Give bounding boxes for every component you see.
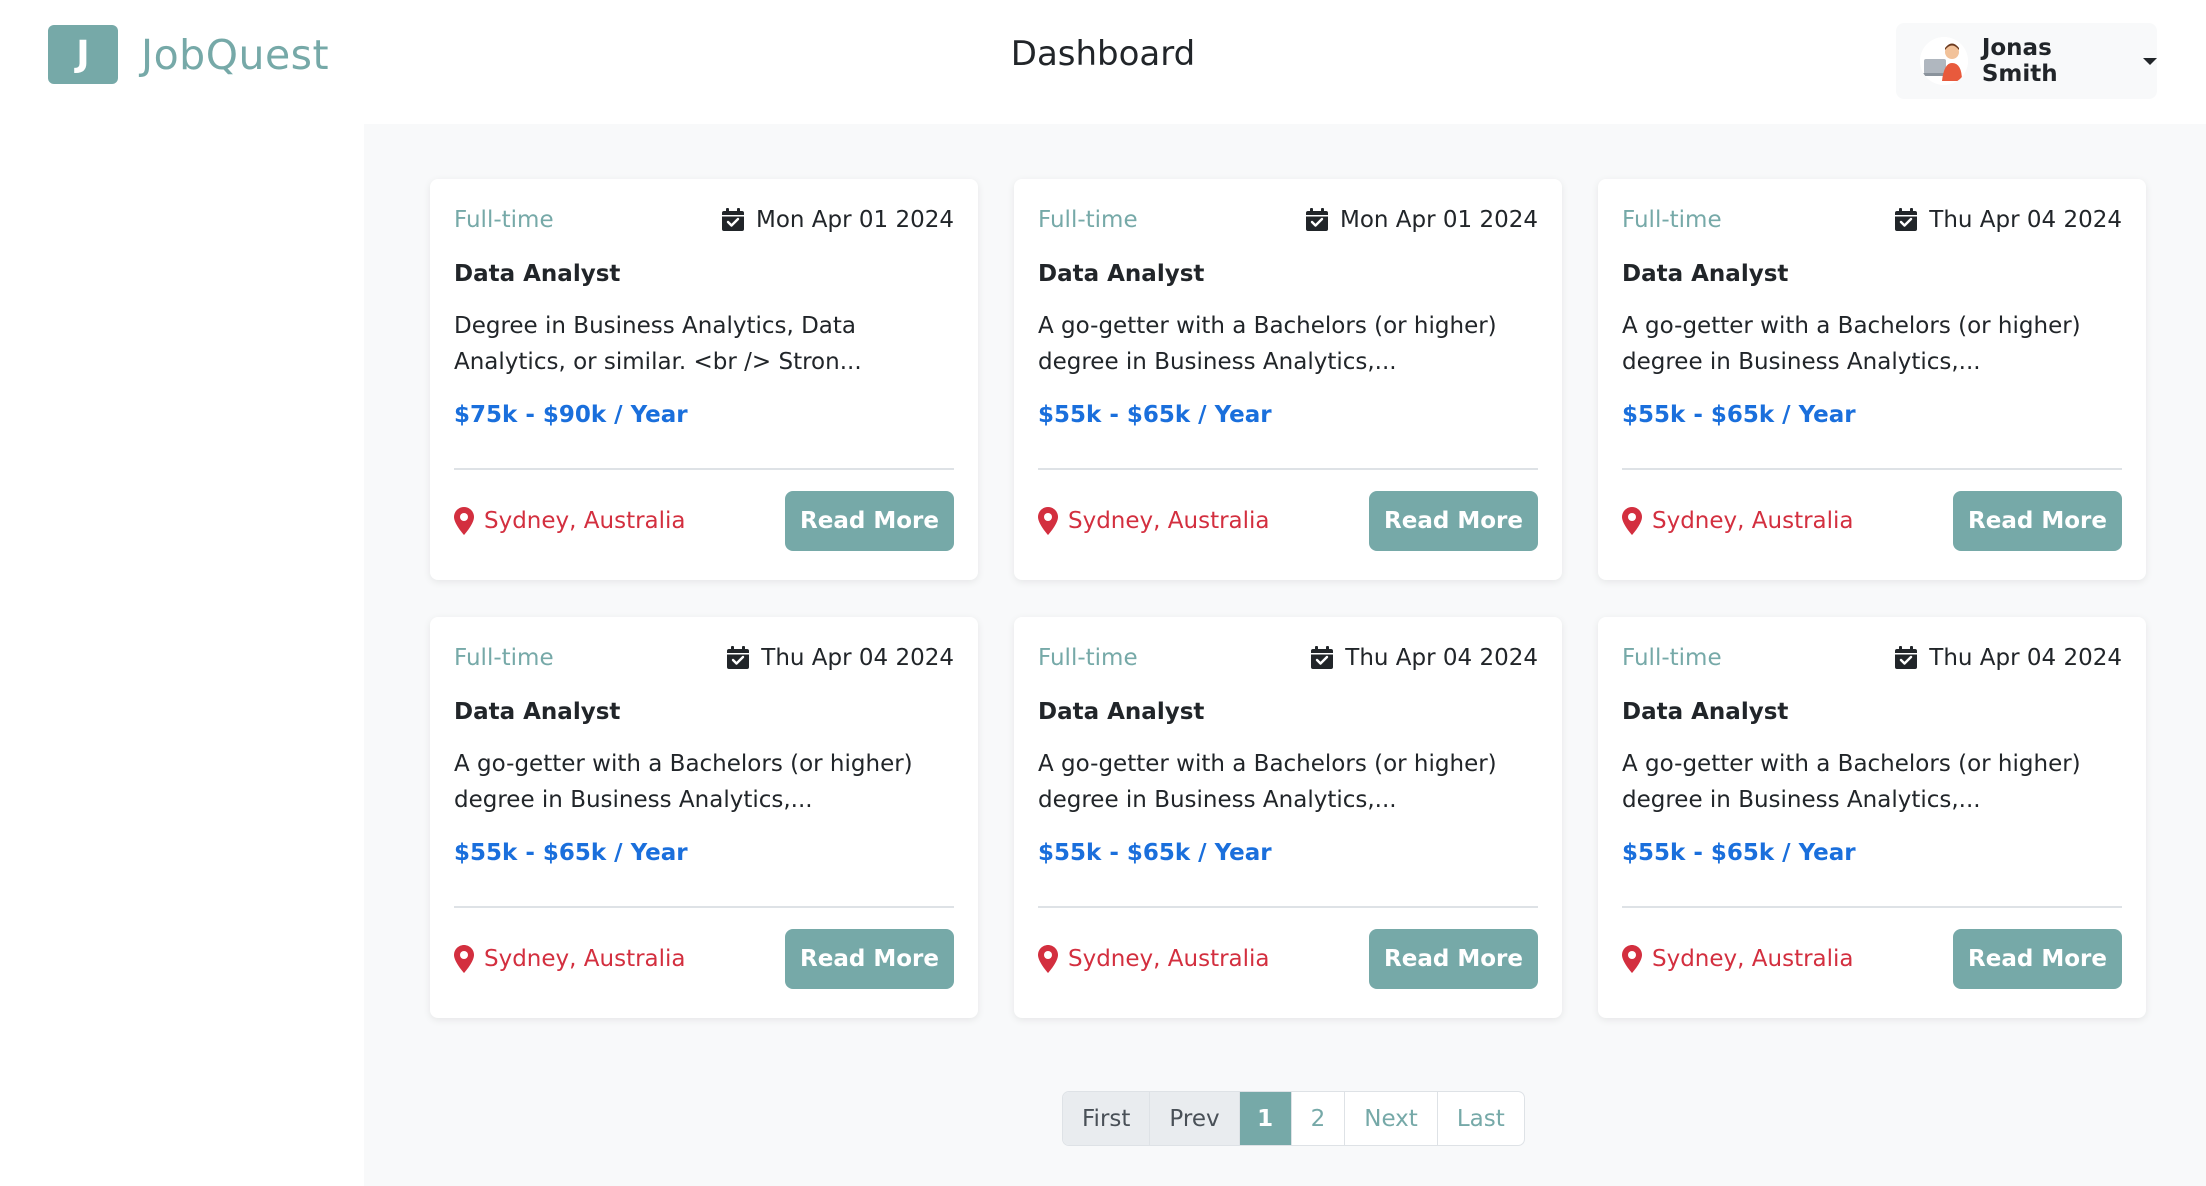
map-pin-icon	[454, 507, 474, 535]
job-type: Full-time	[454, 645, 554, 671]
read-more-button[interactable]: Read More	[1953, 491, 2122, 551]
job-title: Data Analyst	[454, 699, 621, 725]
job-location: Sydney, Australia	[484, 946, 686, 972]
job-description: A go-getter with a Bachelors (or higher)…	[1622, 751, 2081, 813]
card-divider	[1038, 468, 1538, 470]
pagination-page-2[interactable]: 2	[1292, 1092, 1346, 1145]
map-pin-icon	[1622, 945, 1642, 973]
job-card: Full-time Thu Apr 04 2024 Data Analyst A…	[430, 617, 978, 1018]
job-card: Full-time Thu Apr 04 2024 Data Analyst A…	[1598, 617, 2146, 1018]
read-more-button[interactable]: Read More	[785, 929, 954, 989]
job-location: Sydney, Australia	[1068, 946, 1270, 972]
pagination-prev[interactable]: Prev	[1150, 1092, 1240, 1145]
job-location: Sydney, Australia	[1068, 508, 1270, 534]
read-more-button[interactable]: Read More	[1369, 929, 1538, 989]
job-salary: $55k - $65k / Year	[1038, 402, 1272, 428]
job-card: Full-time Thu Apr 04 2024 Data Analyst A…	[1014, 617, 1562, 1018]
job-location: Sydney, Australia	[484, 508, 686, 534]
card-divider	[1622, 468, 2122, 470]
job-date: Thu Apr 04 2024	[761, 645, 954, 671]
map-pin-icon	[454, 945, 474, 973]
map-pin-icon	[1622, 507, 1642, 535]
job-type: Full-time	[1622, 645, 1722, 671]
chevron-down-icon	[2143, 57, 2157, 65]
user-name: Jonas Smith	[1981, 35, 2058, 87]
calendar-check-icon	[1305, 208, 1328, 231]
job-description: A go-getter with a Bachelors (or higher)…	[1622, 313, 2081, 375]
page-title: Dashboard	[1010, 34, 1196, 74]
job-title: Data Analyst	[454, 261, 621, 287]
job-type: Full-time	[1038, 645, 1138, 671]
job-location: Sydney, Australia	[1652, 946, 1854, 972]
job-card: Full-time Mon Apr 01 2024 Data Analyst D…	[430, 179, 978, 580]
pagination-next[interactable]: Next	[1345, 1092, 1438, 1145]
pagination-first[interactable]: First	[1063, 1092, 1151, 1145]
job-title: Data Analyst	[1038, 261, 1205, 287]
top-navbar: J JobQuest Dashboard Jonas Smith	[0, 0, 2206, 124]
pagination-last[interactable]: Last	[1438, 1092, 1524, 1145]
job-description: A go-getter with a Bachelors (or higher)…	[454, 751, 913, 813]
job-salary: $55k - $65k / Year	[1622, 402, 1856, 428]
user-menu-dropdown[interactable]: Jonas Smith	[1896, 23, 2157, 99]
card-divider	[454, 906, 954, 908]
map-pin-icon	[1038, 945, 1058, 973]
job-title: Data Analyst	[1622, 699, 1789, 725]
job-title: Data Analyst	[1622, 261, 1789, 287]
calendar-check-icon	[1895, 646, 1918, 669]
job-salary: $55k - $65k / Year	[1622, 840, 1856, 866]
job-salary: $75k - $90k / Year	[454, 402, 688, 428]
job-salary: $55k - $65k / Year	[1038, 840, 1272, 866]
read-more-button[interactable]: Read More	[1369, 491, 1538, 551]
read-more-button[interactable]: Read More	[1953, 929, 2122, 989]
job-date: Thu Apr 04 2024	[1929, 207, 2122, 233]
job-description: Degree in Business Analytics, Data Analy…	[454, 313, 862, 375]
job-date: Thu Apr 04 2024	[1929, 645, 2122, 671]
calendar-check-icon	[1895, 208, 1918, 231]
job-grid: Full-time Mon Apr 01 2024 Data Analyst D…	[430, 179, 2146, 1018]
job-type: Full-time	[454, 207, 554, 233]
card-divider	[1622, 906, 2122, 908]
job-location: Sydney, Australia	[1652, 508, 1854, 534]
job-title: Data Analyst	[1038, 699, 1205, 725]
map-pin-icon	[1038, 507, 1058, 535]
job-date: Mon Apr 01 2024	[1339, 207, 1538, 233]
job-type: Full-time	[1038, 207, 1138, 233]
main-content: Full-time Mon Apr 01 2024 Data Analyst D…	[364, 124, 2206, 1186]
job-date: Mon Apr 01 2024	[755, 207, 954, 233]
job-date: Thu Apr 04 2024	[1345, 645, 1538, 671]
job-salary: $55k - $65k / Year	[454, 840, 688, 866]
card-divider	[1038, 906, 1538, 908]
avatar	[1920, 37, 1968, 85]
pagination-page-1[interactable]: 1	[1239, 1092, 1292, 1145]
calendar-check-icon	[1311, 646, 1334, 669]
calendar-check-icon	[721, 208, 744, 231]
job-description: A go-getter with a Bachelors (or higher)…	[1038, 313, 1497, 375]
job-card: Full-time Mon Apr 01 2024 Data Analyst A…	[1014, 179, 1562, 580]
read-more-button[interactable]: Read More	[785, 491, 954, 551]
job-type: Full-time	[1622, 207, 1722, 233]
calendar-check-icon	[727, 646, 750, 669]
pagination: First Prev 1 2 Next Last	[1062, 1091, 1525, 1146]
sidebar	[0, 124, 364, 1186]
job-card: Full-time Thu Apr 04 2024 Data Analyst A…	[1598, 179, 2146, 580]
card-divider	[454, 468, 954, 470]
job-description: A go-getter with a Bachelors (or higher)…	[1038, 751, 1497, 813]
